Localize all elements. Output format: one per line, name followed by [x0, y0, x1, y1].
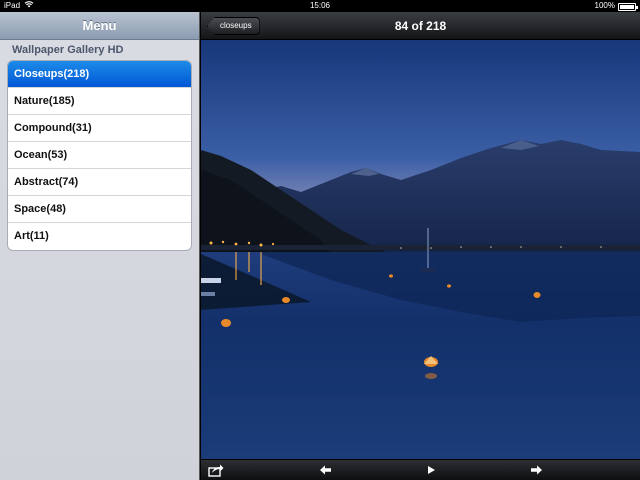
- category-item-space[interactable]: Space(48): [8, 196, 191, 223]
- category-item-closeups[interactable]: Closeups(218): [8, 61, 191, 88]
- category-list: Closeups(218) Nature(185) Compound(31) O…: [7, 60, 192, 251]
- sidebar: Menu Wallpaper Gallery HD Closeups(218) …: [0, 12, 200, 480]
- battery-percent: 100%: [594, 1, 615, 10]
- category-item-abstract[interactable]: Abstract(74): [8, 169, 191, 196]
- battery-icon: [618, 3, 638, 11]
- wallpaper-image[interactable]: [201, 40, 640, 459]
- navigation-bar: closeups 84 of 218: [201, 12, 640, 40]
- status-time: 15:06: [309, 1, 331, 10]
- category-item-art[interactable]: Art(11): [8, 223, 191, 250]
- status-right: 100%: [594, 0, 638, 12]
- sidebar-section-title: Wallpaper Gallery HD: [12, 44, 124, 56]
- category-item-compound[interactable]: Compound(31): [8, 115, 191, 142]
- play-icon[interactable]: [423, 463, 439, 477]
- main-viewer: closeups 84 of 218: [201, 12, 640, 480]
- page-counter: 84 of 218: [394, 19, 447, 33]
- next-arrow-icon[interactable]: [528, 463, 544, 477]
- category-item-nature[interactable]: Nature(185): [8, 88, 191, 115]
- category-item-ocean[interactable]: Ocean(53): [8, 142, 191, 169]
- previous-arrow-icon[interactable]: [318, 463, 334, 477]
- status-bar: iPad 15:06 100%: [0, 0, 640, 12]
- share-icon[interactable]: [208, 463, 224, 477]
- bottom-toolbar: [201, 459, 640, 480]
- sidebar-title: Menu: [0, 12, 199, 40]
